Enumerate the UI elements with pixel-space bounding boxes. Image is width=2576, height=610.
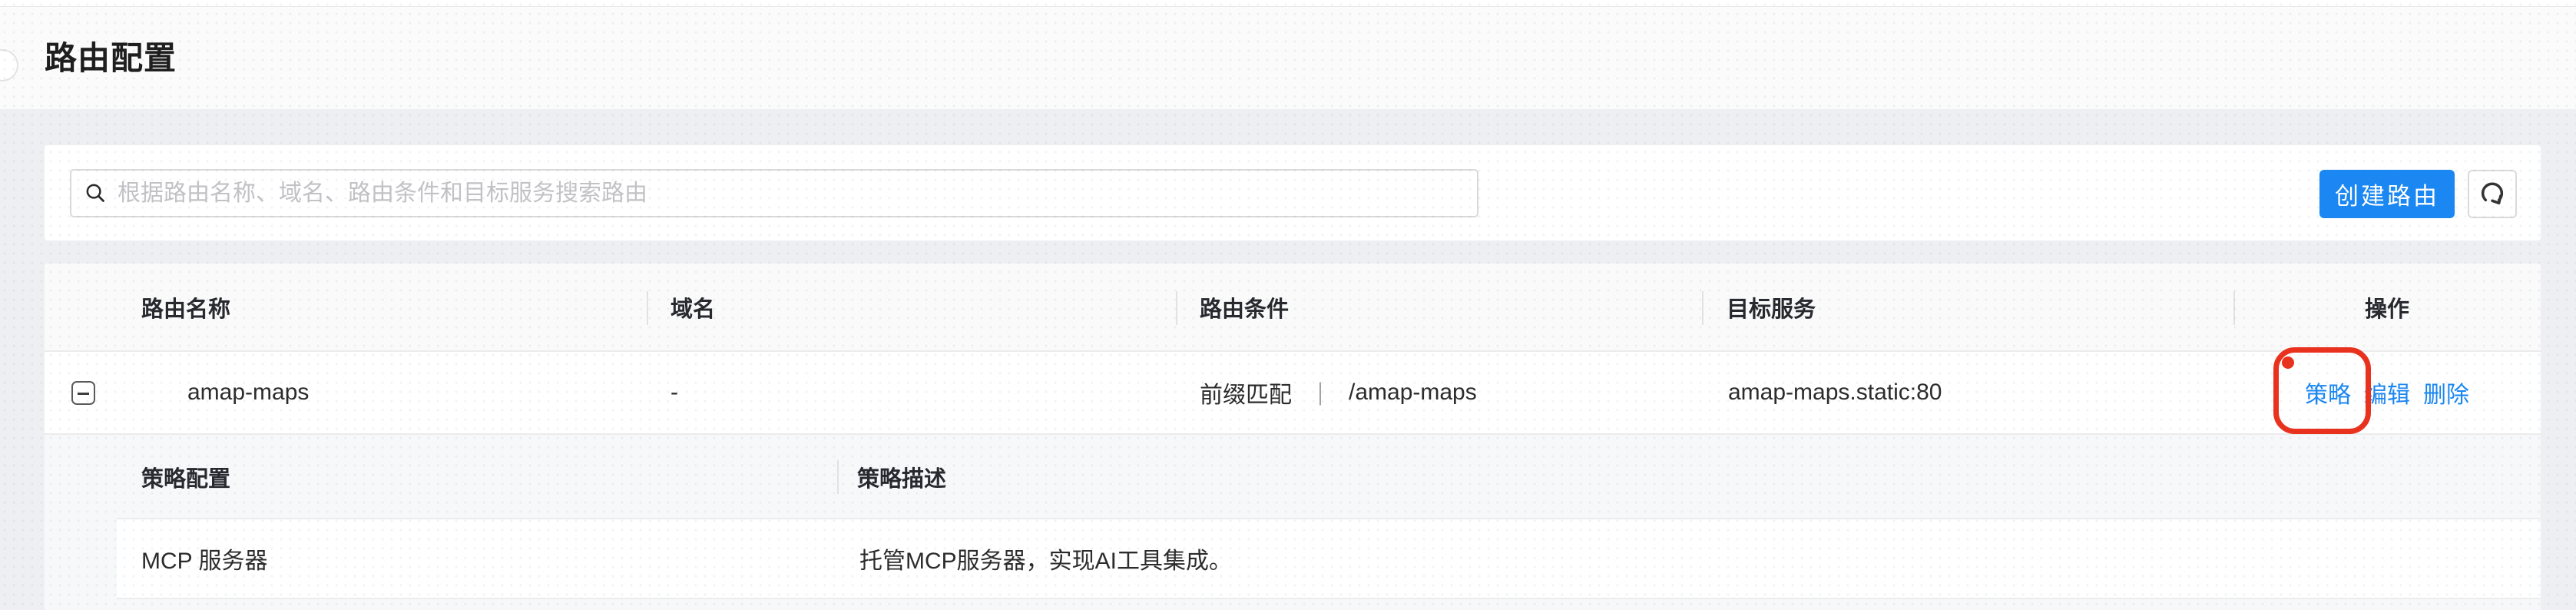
- column-header-policy-config: 策略配置: [141, 435, 230, 519]
- table-header-row: 路由名称 域名 路由条件 目标服务 操作: [45, 264, 2541, 352]
- cell-policy-description: 托管MCP服务器，实现AI工具集成。: [859, 519, 1232, 598]
- top-bar: [0, 0, 2576, 7]
- page-header: 路由配置: [0, 7, 2576, 109]
- delete-link[interactable]: 删除: [2423, 376, 2469, 409]
- policy-section-padding: [45, 599, 2541, 610]
- expanded-policy-section: 策略配置 策略描述 MCP 服务器 托管MCP服务器，实现AI工具集成。: [45, 435, 2541, 610]
- column-divider: [837, 460, 839, 494]
- column-header-actions: 操作: [2233, 264, 2541, 350]
- column-header-target-service: 目标服务: [1727, 264, 1816, 350]
- column-header-route-name: 路由名称: [141, 264, 230, 350]
- cell-route-condition: 前缀匹配 ｜ /amap-maps: [1200, 352, 1477, 433]
- cell-route-name: amap-maps: [187, 352, 309, 433]
- route-config-page: 路由配置 创建路由 路由名称 域名: [0, 0, 2576, 610]
- edit-link[interactable]: 编辑: [2364, 376, 2410, 409]
- content-area: 创建路由 路由名称 域名 路由条件 目标服务 操作: [0, 109, 2576, 610]
- collapse-row-icon[interactable]: [71, 381, 95, 405]
- routes-table: 路由名称 域名 路由条件 目标服务 操作 amap-maps - 前缀匹配 ｜ …: [45, 264, 2541, 610]
- table-row-amap-maps: amap-maps - 前缀匹配 ｜ /amap-maps amap-maps.…: [45, 352, 2541, 435]
- sidebar-collapse-handle[interactable]: [0, 49, 18, 81]
- page-title: 路由配置: [45, 41, 177, 76]
- search-input[interactable]: [70, 169, 1478, 217]
- create-route-button[interactable]: 创建路由: [2319, 170, 2455, 218]
- condition-type: 前缀匹配: [1200, 376, 1292, 409]
- column-divider: [647, 291, 648, 325]
- policy-table-header-row: 策略配置 策略描述: [45, 435, 2541, 519]
- column-divider: [1176, 291, 1177, 325]
- condition-separator: ｜: [1309, 376, 1332, 409]
- column-header-policy-description: 策略描述: [857, 435, 946, 519]
- toolbar-card: 创建路由: [45, 145, 2541, 240]
- cell-actions: 策略 编辑 删除: [2233, 352, 2541, 433]
- cell-domain: -: [670, 352, 678, 433]
- condition-path: /amap-maps: [1349, 380, 1477, 406]
- policy-link[interactable]: 策略: [2305, 376, 2351, 409]
- policy-row-mcp-server: MCP 服务器 托管MCP服务器，实现AI工具集成。: [117, 519, 2541, 599]
- column-divider: [1702, 291, 1704, 325]
- cell-target-service: amap-maps.static:80: [1728, 352, 1942, 433]
- column-header-domain: 域名: [670, 264, 715, 350]
- cell-policy-name[interactable]: MCP 服务器: [141, 519, 267, 598]
- refresh-button[interactable]: [2468, 170, 2517, 218]
- refresh-icon: [2477, 179, 2508, 210]
- column-header-route-condition: 路由条件: [1200, 264, 1289, 350]
